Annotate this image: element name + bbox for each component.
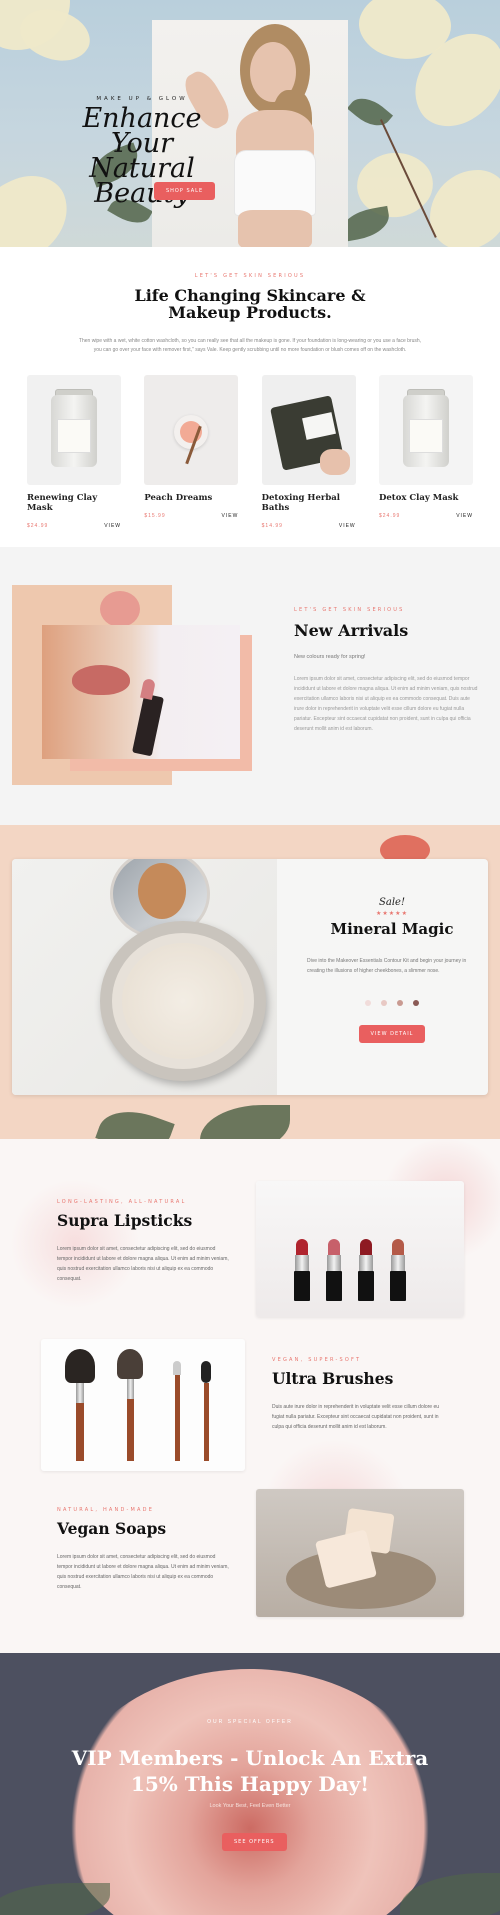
new-arrivals-section: LET'S GET SKIN SERIOUS New Arrivals New … [0,547,500,825]
product-card[interactable]: Detox Clay Mask $24.99 VIEW [378,375,473,529]
product-price: $24.99 [27,523,49,529]
feature-description: Lorem ipsum dolor sit amet, consectetur … [57,1554,229,1590]
product-card[interactable]: Renewing Clay Mask $24.99 VIEW [27,375,121,529]
product-price: $24.99 [378,513,401,519]
brushes-photo [41,1339,245,1471]
skincare-title: Life Changing Skincare & Makeup Products… [134,286,366,322]
view-detail-button[interactable]: VIEW DETAIL [358,1025,426,1043]
vip-kicker: OUR SPECIAL OFFER [207,1719,293,1725]
feature-title: Vegan Soaps [57,1519,167,1538]
sale-tag: Sale! [379,897,405,908]
product-view-link[interactable]: VIEW [104,523,121,529]
vip-title: VIP Members - Unlock An Extra 15% This H… [71,1746,429,1796]
hero-kicker: MAKE UP & GLOW [96,96,188,102]
product-card[interactable]: Peach Dreams $15.99 VIEW [144,375,239,529]
new-arrivals-subtitle: New colours ready for spring! [294,654,366,660]
color-swatches [307,1000,477,1006]
product-name[interactable]: Renewing Clay Mask [27,493,121,513]
product-name[interactable]: Detox Clay Mask [379,493,473,503]
swatch-4[interactable] [413,1000,419,1006]
product-view-link[interactable]: VIEW [339,523,356,529]
product-price: $15.99 [144,513,166,519]
vip-offer-section: OUR SPECIAL OFFER VIP Members - Unlock A… [0,1653,500,1915]
hero-title-line1: Enhance Your [82,103,202,159]
mineral-magic-description: Dive into the Makeover Essentials Contou… [307,958,467,974]
rating-stars: ★★★★★ [376,911,408,917]
feature-kicker: LONG-LASTING, ALL-NATURAL [57,1199,187,1205]
features-section: LONG-LASTING, ALL-NATURAL Supra Lipstick… [0,1139,500,1653]
skincare-description: Then wipe with a wet, white cotton washc… [78,338,422,353]
swatch-2[interactable] [381,1000,387,1006]
product-image[interactable] [27,375,121,485]
leaf [200,1105,290,1139]
feature-description: Duis aute irure dolor in reprehenderit i… [272,1404,440,1430]
product-view-link[interactable]: VIEW [456,513,473,519]
product-name[interactable]: Peach Dreams [144,493,238,503]
product-image[interactable] [144,375,239,485]
shop-sale-button[interactable]: SHOP SALE [154,182,216,200]
soaps-photo [256,1489,464,1617]
new-arrivals-text: LET'S GET SKIN SERIOUS New Arrivals New … [294,607,479,734]
feature-kicker: VEGAN, SUPER-SOFT [272,1357,362,1363]
flower-decoration [100,591,140,627]
lipsticks-photo [256,1181,464,1317]
see-offers-button[interactable]: SEE OFFERS [222,1833,287,1851]
skincare-kicker: LET'S GET SKIN SERIOUS [194,273,306,279]
feature-description: Lorem ipsum dolor sit amet, consectetur … [57,1246,229,1282]
swatch-1[interactable] [365,1000,371,1006]
product-image[interactable] [261,375,356,485]
swatch-3[interactable] [397,1000,403,1006]
flower-petal [430,170,500,247]
product-price: $14.99 [261,523,283,529]
new-arrivals-title: New Arrivals [294,621,409,640]
mineral-magic-card: Sale! ★★★★★ Mineral Magic Dive into the … [12,859,488,1095]
leaf [0,1883,110,1915]
feature-title: Ultra Brushes [272,1369,394,1388]
mineral-magic-section: Sale! ★★★★★ Mineral Magic Dive into the … [0,825,500,1139]
vip-subtitle: Look Your Best, Feel Even Better [209,1803,291,1809]
product-image[interactable] [378,375,473,485]
new-arrivals-description: Lorem ipsum dolor sit amet, consectetur … [294,676,478,732]
feature-title: Supra Lipsticks [57,1211,193,1230]
mineral-magic-title: Mineral Magic [330,920,454,938]
product-grid: Renewing Clay Mask $24.99 VIEW Peach Dre… [0,375,500,529]
product-view-link[interactable]: VIEW [222,513,239,519]
feature-kicker: NATURAL, HAND-MADE [57,1507,155,1513]
mineral-magic-text: Sale! ★★★★★ Mineral Magic Dive into the … [307,897,477,1043]
compact-mirror-photo [12,859,277,1095]
product-card[interactable]: Detoxing Herbal Baths $14.99 VIEW [261,375,356,529]
feature-lipsticks: LONG-LASTING, ALL-NATURAL Supra Lipstick… [57,1199,232,1284]
product-name[interactable]: Detoxing Herbal Baths [262,493,356,513]
new-arrivals-kicker: LET'S GET SKIN SERIOUS [294,607,405,613]
feature-soaps: NATURAL, HAND-MADE Vegan Soaps Lorem ips… [57,1507,232,1592]
lipstick-model-photo [42,625,240,759]
skincare-section: LET'S GET SKIN SERIOUS Life Changing Ski… [0,247,500,547]
feature-brushes: VEGAN, SUPER-SOFT Ultra Brushes Duis aut… [272,1357,447,1432]
leaf [95,1100,175,1139]
hero-section: MAKE UP & GLOW Enhance Your Natural Beau… [0,0,500,247]
